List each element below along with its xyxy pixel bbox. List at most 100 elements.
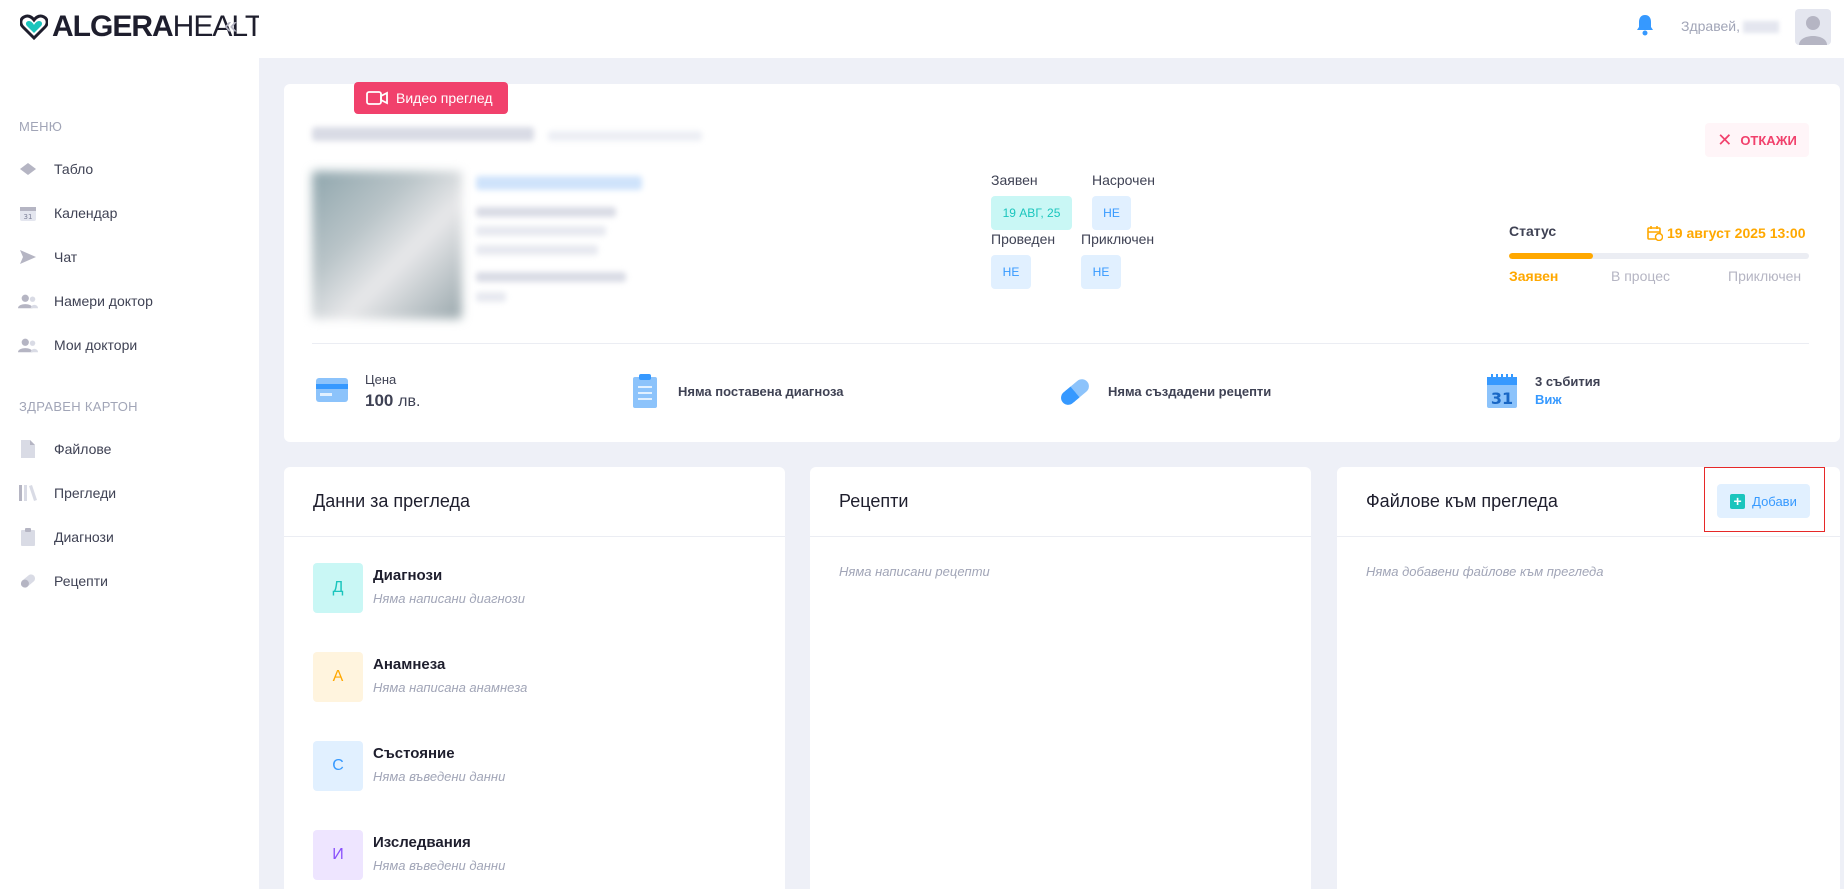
sidebar-item-label: Табло (54, 161, 94, 177)
status-date: 19 август 2025 13:00 (1647, 225, 1806, 241)
sidebar-item-chat[interactable]: Чат (18, 245, 238, 269)
list-item-subtitle: Няма написани диагнози (373, 591, 526, 606)
scheduled-chip: НЕ (1092, 196, 1131, 230)
greeting-text: Здравей, (1681, 18, 1740, 34)
price-value: 100 лв. (365, 391, 420, 411)
list-item-title: Състояние (373, 745, 455, 762)
events-view-link[interactable]: Виж (1535, 392, 1562, 407)
user-avatar-icon (1799, 16, 1827, 45)
empty-prescriptions-note: Няма написани рецепти (839, 564, 990, 579)
status-progress-fill (1509, 253, 1593, 259)
list-item-subtitle: Няма въведени данни (373, 769, 506, 784)
sidebar-item-files[interactable]: Файлове (18, 437, 238, 461)
step-requested: Заявен (1509, 268, 1559, 284)
calendar-icon: 31 (18, 203, 38, 223)
sidebar: ALGERA HEALTH « МЕНЮ Табло 31 Календар Ча… (0, 0, 284, 889)
list-item-title: Анамнеза (373, 656, 446, 673)
sidebar-item-label: Файлове (54, 441, 112, 457)
sidebar-item-find-doctor[interactable]: Намери доктор (18, 289, 238, 313)
exam-data-card: Данни за прегледа Д Диагнози Няма написа… (284, 467, 785, 889)
video-camera-icon (366, 91, 388, 105)
cancel-label: ОТКАЖИ (1740, 132, 1797, 148)
sidebar-item-label: Диагнози (54, 529, 114, 545)
doctor-info-blurred (476, 207, 616, 217)
exam-title-blurred (312, 127, 534, 141)
calendar-clock-icon (1647, 226, 1663, 241)
exam-subtitle-blurred (548, 131, 702, 141)
sidebar-item-label: Календар (54, 205, 118, 221)
conducted-label: Проведен (991, 231, 1056, 247)
list-item-diagnoses[interactable]: Д Диагнози Няма написани диагнози (313, 563, 753, 613)
price-unit: лв. (398, 393, 421, 410)
list-item-anamnesis[interactable]: А Анамнеза Няма написана анамнеза (313, 652, 753, 702)
list-item-subtitle: Няма въведени данни (373, 858, 506, 873)
bell-icon[interactable] (1635, 14, 1655, 36)
layers-icon (18, 159, 38, 179)
card-title: Рецепти (810, 467, 1311, 537)
sidebar-item-calendar[interactable]: 31 Календар (18, 201, 238, 225)
finished-label: Приключен (1081, 231, 1155, 247)
prescription-note: Няма създадени рецепти (1108, 384, 1272, 399)
finished-chip: НЕ (1081, 255, 1121, 289)
step-finished: Приключен (1728, 268, 1802, 284)
step-in-progress: В процес (1611, 268, 1671, 284)
sidebar-item-exams[interactable]: Прегледи (18, 481, 238, 505)
prescriptions-card: Рецепти Няма написани рецепти (810, 467, 1311, 889)
menu-section-title: МЕНЮ (19, 119, 63, 134)
sidebar-item-prescriptions[interactable]: Рецепти (18, 569, 238, 593)
doctor-info-blurred (476, 292, 506, 302)
conducted-chip: НЕ (991, 255, 1031, 289)
highlight-box (1704, 467, 1825, 532)
scheduled-label: Насрочен (1092, 172, 1155, 188)
video-exam-label: Видео преглед (396, 90, 493, 106)
sidebar-item-dashboard[interactable]: Табло (18, 157, 238, 181)
sidebar-item-diagnoses[interactable]: Диагнози (18, 525, 238, 549)
clipboard-icon (633, 374, 657, 408)
sidebar-item-label: Прегледи (54, 485, 117, 501)
status-title: Статус (1509, 223, 1557, 239)
library-icon (18, 483, 38, 503)
card-title: Данни за прегледа (284, 467, 785, 537)
sidebar-item-my-doctors[interactable]: Мои доктори (18, 333, 238, 357)
pill-icon (18, 571, 38, 591)
status-date-text: 19 август 2025 13:00 (1667, 225, 1806, 241)
user-greeting: Здравей, (1681, 18, 1779, 34)
empty-files-note: Няма добавени файлове към прегледа (1366, 564, 1604, 579)
letter-avatar: А (313, 652, 363, 702)
list-item-condition[interactable]: С Състояние Няма въведени данни (313, 741, 753, 791)
health-record-section-title: ЗДРАВЕН КАРТОН (19, 399, 138, 414)
pill-icon (1061, 379, 1089, 405)
collapse-sidebar-icon[interactable]: « (224, 13, 244, 39)
topbar: Здравей, (259, 0, 1844, 58)
send-icon (18, 247, 38, 267)
users-icon (18, 291, 38, 311)
price-label: Цена (365, 372, 397, 387)
doctor-info-blurred (476, 226, 606, 236)
svg-text:31: 31 (1491, 389, 1513, 408)
sidebar-item-label: Мои доктори (54, 337, 138, 353)
close-icon: ✕ (1717, 129, 1733, 150)
list-item-subtitle: Няма написана анамнеза (373, 680, 528, 695)
avatar[interactable] (1795, 9, 1831, 45)
sidebar-item-label: Рецепти (54, 573, 108, 589)
list-item-title: Диагнози (373, 567, 443, 584)
letter-avatar: Д (313, 563, 363, 613)
heart-logo-icon (20, 14, 48, 41)
video-exam-badge: Видео преглед (354, 82, 508, 114)
brand-name-bold: ALGERA (52, 10, 174, 43)
list-item-tests[interactable]: И Изследвания Няма въведени данни (313, 830, 753, 880)
user-name-blurred (1742, 21, 1779, 34)
cancel-exam-button[interactable]: ✕ ОТКАЖИ (1705, 123, 1809, 157)
doctor-photo (312, 171, 462, 319)
letter-avatar: С (313, 741, 363, 791)
svg-text:31: 31 (24, 213, 33, 221)
price-amount: 100 (365, 391, 394, 410)
clipboard-icon (18, 527, 38, 547)
file-icon (18, 439, 38, 459)
doctor-name-blurred[interactable] (476, 176, 642, 190)
list-item-title: Изследвания (373, 834, 471, 851)
calendar-icon: 31 (1487, 374, 1517, 408)
credit-card-icon (316, 378, 348, 402)
status-progress-bar (1509, 253, 1809, 259)
requested-label: Заявен (991, 172, 1038, 188)
